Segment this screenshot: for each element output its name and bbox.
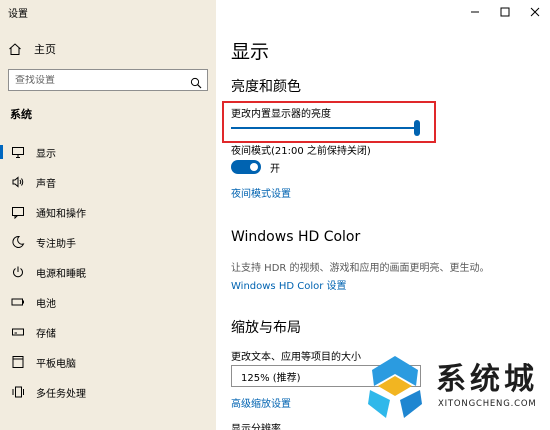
scale-selected-value: 125% (推荐) (241, 372, 301, 384)
maximize-button[interactable] (490, 2, 520, 22)
watermark-subtext: XITONGCHENG.COM (438, 399, 537, 409)
sidebar-nav: 显示 声音 通知和操作 专注助手 电源和睡眠 电池 存储 平板电脑 多任务处理 (0, 137, 216, 407)
tablet-icon (10, 354, 26, 370)
sidebar-item-focus-assist[interactable]: 专注助手 (0, 227, 216, 257)
sidebar-item-label: 声音 (36, 178, 56, 190)
night-light-settings-link[interactable]: 夜间模式设置 (231, 185, 291, 200)
sidebar-item-label: 通知和操作 (36, 208, 86, 220)
sidebar-item-label: 专注助手 (36, 238, 76, 250)
sidebar-item-battery[interactable]: 电池 (0, 287, 216, 317)
slider-thumb[interactable] (414, 120, 420, 136)
power-icon (10, 264, 26, 280)
sidebar-item-storage[interactable]: 存储 (0, 317, 216, 347)
search-icon[interactable] (190, 74, 202, 93)
sidebar-item-label: 主页 (34, 43, 56, 56)
watermark-text: 系统城 (436, 362, 538, 397)
sidebar-item-label: 平板电脑 (36, 358, 76, 370)
sidebar-section-title: 系统 (10, 108, 32, 121)
battery-icon (10, 294, 26, 310)
storage-icon (10, 324, 26, 340)
watermark: 系统城 XITONGCHENG.COM (352, 350, 550, 430)
search-input[interactable] (15, 74, 185, 86)
hdr-settings-link[interactable]: Windows HD Color 设置 (231, 277, 347, 292)
watermark-logo-icon (368, 356, 422, 418)
sidebar-item-label: 多任务处理 (36, 388, 86, 400)
maximize-icon (500, 7, 510, 17)
slider-track[interactable] (231, 127, 417, 129)
night-light-label: 夜间模式(21:00 之前保持关闭) (231, 146, 371, 157)
search-box[interactable] (8, 69, 208, 91)
sidebar-item-notifications[interactable]: 通知和操作 (0, 197, 216, 227)
night-light-state: 开 (270, 164, 280, 175)
minimize-button[interactable] (460, 2, 490, 22)
settings-window: 设置 主页 系统 显示 声 (0, 0, 550, 430)
moon-icon (10, 234, 26, 250)
sidebar-item-tablet[interactable]: 平板电脑 (0, 347, 216, 377)
scale-label: 更改文本、应用等项目的大小 (231, 352, 361, 363)
sidebar-item-label: 显示 (36, 148, 56, 160)
resolution-label: 显示分辨率 (231, 424, 281, 430)
window-title: 设置 (8, 9, 28, 20)
sidebar-item-power-sleep[interactable]: 电源和睡眠 (0, 257, 216, 287)
speaker-icon (10, 174, 26, 190)
sidebar-item-display[interactable]: 显示 (0, 137, 216, 167)
close-icon (530, 7, 540, 17)
minimize-icon (471, 11, 479, 13)
toggle-knob (250, 163, 258, 171)
hdr-section-title: Windows HD Color (231, 229, 361, 245)
hdr-description: 让支持 HDR 的视频、游戏和应用的画面更明亮、更生动。 (231, 263, 490, 274)
sidebar-item-home[interactable]: 主页 (8, 38, 56, 60)
sidebar-item-label: 电池 (36, 298, 56, 310)
close-button[interactable] (520, 2, 550, 22)
sidebar-item-multitasking[interactable]: 多任务处理 (0, 377, 216, 407)
notification-icon (10, 204, 26, 220)
sidebar-item-label: 存储 (36, 328, 56, 340)
page-title: 显示 (231, 41, 270, 63)
home-icon (8, 42, 26, 56)
brightness-label: 更改内置显示器的亮度 (231, 109, 331, 120)
brightness-slider[interactable]: 更改内置显示器的亮度 (230, 101, 434, 141)
sidebar-item-label: 电源和睡眠 (36, 268, 86, 280)
sidebar-item-sound[interactable]: 声音 (0, 167, 216, 197)
monitor-icon (10, 144, 26, 160)
sidebar: 设置 主页 系统 显示 声 (0, 0, 216, 430)
brightness-section-title: 亮度和颜色 (231, 79, 301, 95)
scale-section-title: 缩放与布局 (231, 320, 301, 336)
advanced-scaling-link[interactable]: 高级缩放设置 (231, 395, 291, 410)
night-light-toggle[interactable] (231, 160, 261, 174)
multitask-icon (10, 384, 26, 400)
window-controls (460, 2, 550, 22)
